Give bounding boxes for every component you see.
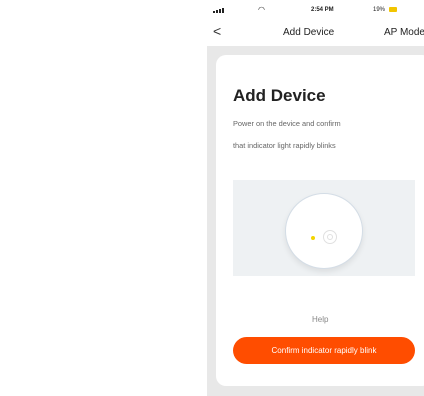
back-arrow-icon[interactable]: < bbox=[213, 23, 221, 39]
confirm-blink-button[interactable]: Confirm indicator rapidly blink bbox=[233, 337, 415, 364]
help-link[interactable]: Help bbox=[312, 315, 328, 324]
instruction-line-1: Power on the device and confirm bbox=[233, 119, 341, 128]
power-button-icon bbox=[323, 230, 337, 244]
card-title: Add Device bbox=[233, 86, 326, 105]
status-time: 2:54 PM bbox=[311, 7, 334, 13]
battery-percent: 19% bbox=[373, 7, 386, 13]
navigation-bar: < Add Device AP Mode bbox=[207, 20, 424, 46]
phone-screen: ◠ 2:54 PM 19% < Add Device AP Mode Add D… bbox=[207, 0, 424, 396]
add-device-card: Add Device Power on the device and confi… bbox=[216, 55, 424, 386]
signal-icon bbox=[213, 8, 224, 13]
device-illustration bbox=[233, 180, 415, 276]
battery-icon bbox=[389, 7, 397, 12]
instruction-line-2: that indicator light rapidly blinks bbox=[233, 141, 336, 150]
status-bar: ◠ 2:54 PM 19% bbox=[207, 0, 424, 20]
device-image bbox=[285, 193, 363, 269]
wifi-icon: ◠ bbox=[258, 5, 265, 14]
indicator-light-icon bbox=[311, 236, 315, 240]
ap-mode-button[interactable]: AP Mode bbox=[384, 27, 424, 38]
nav-title: Add Device bbox=[283, 27, 335, 38]
